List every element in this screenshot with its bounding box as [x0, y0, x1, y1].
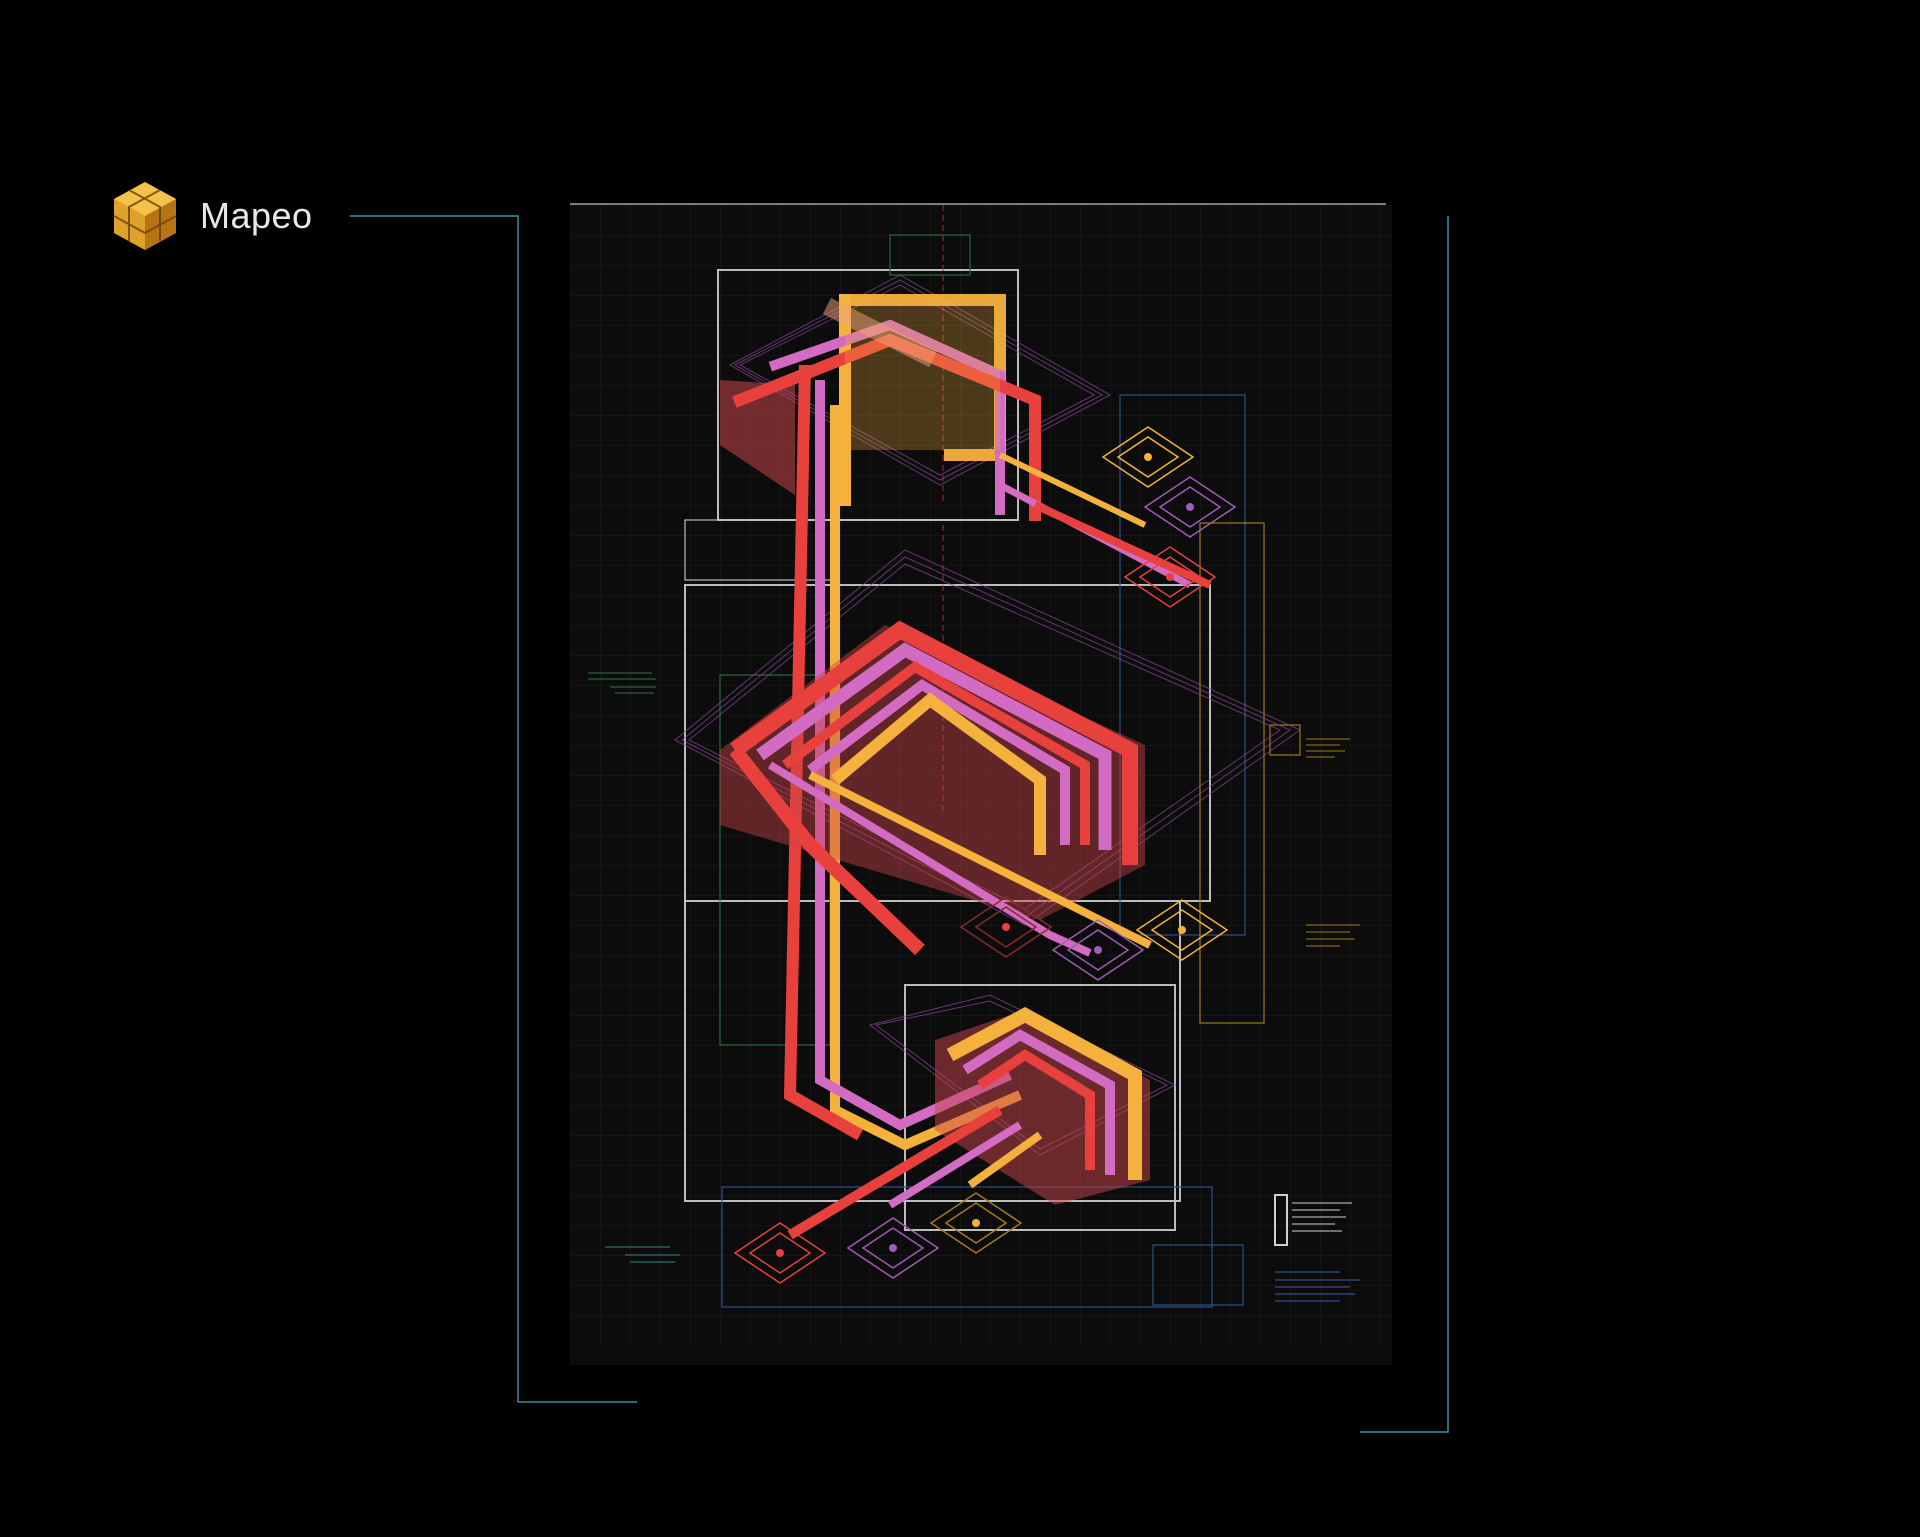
- brand: Mapeo: [112, 180, 313, 252]
- brand-title: Mapeo: [200, 195, 313, 236]
- isometric-cube-icon: [113, 182, 177, 250]
- diagram-poster: [570, 205, 1392, 1365]
- isometric-layered-pipes-diagram: [570, 205, 1392, 1365]
